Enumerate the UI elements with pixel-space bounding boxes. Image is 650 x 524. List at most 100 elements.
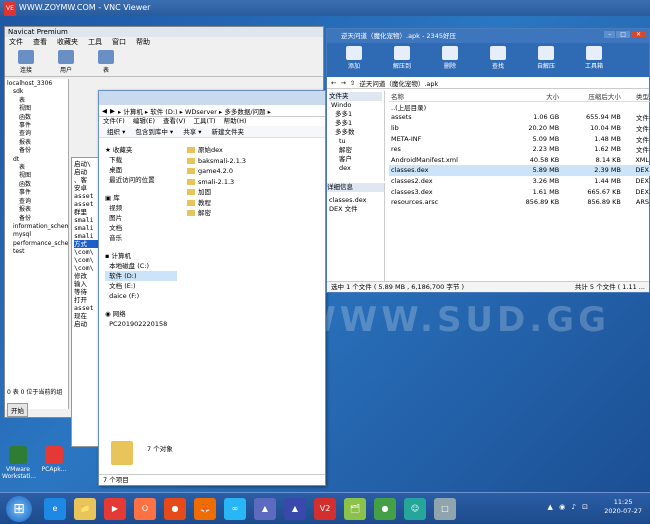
add-button[interactable]: 添加: [337, 46, 371, 74]
taskbar-app-icon[interactable]: ●: [374, 498, 396, 520]
start-button[interactable]: 开始: [7, 403, 28, 417]
include-library-button[interactable]: 包含到库中 ▾: [135, 126, 173, 137]
back-icon[interactable]: ◀: [102, 107, 107, 115]
table-row[interactable]: ..(上层目录): [389, 102, 650, 113]
table-row[interactable]: classes2.dex 3.26 MB 1.44 MB DEX: [389, 176, 650, 187]
folder-tree-item[interactable]: 多多1: [329, 119, 382, 128]
toolbox-button[interactable]: 工具箱: [577, 46, 611, 74]
nav-documents[interactable]: 文档: [105, 223, 177, 233]
windows-start-button[interactable]: ⊞: [6, 496, 32, 522]
file-item[interactable]: 解密: [187, 208, 317, 219]
table-row[interactable]: lib 20.20 MB 10.04 MB 文件: [389, 123, 650, 134]
tree-item[interactable]: 事件: [7, 189, 66, 197]
new-folder-button[interactable]: 新建文件夹: [212, 126, 245, 137]
taskbar-app-icon[interactable]: e: [44, 498, 66, 520]
tree-item[interactable]: localhost_3306: [7, 80, 66, 88]
taskbar-app-icon[interactable]: ∞: [224, 498, 246, 520]
tree-item[interactable]: sdk: [7, 88, 66, 96]
taskbar-app-icon[interactable]: ▲: [254, 498, 276, 520]
menu-file[interactable]: 文件(F): [103, 117, 125, 126]
file-item[interactable]: game4.2.0: [187, 166, 317, 177]
minimize-icon[interactable]: –: [604, 31, 616, 38]
tree-item[interactable]: 函数: [7, 114, 66, 122]
tree-item[interactable]: dt: [7, 156, 66, 164]
delete-button[interactable]: 删除: [433, 46, 467, 74]
drive-d[interactable]: 软件 (D:): [105, 271, 177, 281]
maximize-icon[interactable]: □: [616, 31, 630, 38]
folder-tree-item[interactable]: 多多数: [329, 128, 382, 137]
extract-button[interactable]: 解压到: [385, 46, 419, 74]
drive-e[interactable]: 文档 (E:): [105, 281, 177, 291]
tree-item[interactable]: 备份: [7, 215, 66, 223]
close-icon[interactable]: ✕: [630, 31, 646, 38]
menu-tools[interactable]: 工具(T): [194, 117, 216, 126]
tree-item[interactable]: test: [7, 248, 66, 256]
nav-pc[interactable]: PC201902220158: [105, 319, 177, 329]
address-bar[interactable]: ◀ ▶ ▸ 计算机 ▸ 软件 (D:) ▸ WDserver ▸ 多多数据/问题 ▸: [99, 105, 325, 117]
table-row[interactable]: classes.dex 5.89 MB 2.39 MB DEX: [389, 165, 650, 176]
menu-tools[interactable]: 工具: [88, 37, 102, 47]
nav-videos[interactable]: 视频: [105, 203, 177, 213]
table-row[interactable]: classes3.dex 1.61 MB 665.67 KB DEX: [389, 186, 650, 197]
taskbar-app-icon[interactable]: 📁: [74, 498, 96, 520]
menu-help[interactable]: 帮助: [136, 37, 150, 47]
taskbar-app-icon[interactable]: ▲: [284, 498, 306, 520]
tree-item[interactable]: 查询: [7, 130, 66, 138]
table-row[interactable]: AndroidManifest.xml 40.58 KB 8.14 KB XML: [389, 154, 650, 165]
col-type[interactable]: 类型: [622, 91, 650, 102]
menu-view[interactable]: 查看(V): [163, 117, 186, 126]
file-item[interactable]: 教程: [187, 198, 317, 209]
menu-favorites[interactable]: 收藏夹: [57, 37, 78, 47]
forward-icon[interactable]: →: [340, 79, 345, 87]
taskbar-app-icon[interactable]: V2: [314, 498, 336, 520]
system-tray[interactable]: ▲ ◉ ♪ ⊡: [548, 503, 591, 511]
col-packed[interactable]: 压缩后大小: [561, 91, 623, 102]
back-icon[interactable]: ←: [331, 79, 336, 87]
tree-item[interactable]: 函数: [7, 181, 66, 189]
nav-downloads[interactable]: 下载: [105, 155, 177, 165]
taskbar-app-icon[interactable]: 🗂: [344, 498, 366, 520]
favorites-header[interactable]: ★ 收藏夹: [105, 145, 177, 155]
organize-button[interactable]: 组织 ▾: [107, 126, 125, 137]
folder-tree-item[interactable]: tu: [329, 137, 382, 146]
archive-path-bar[interactable]: ← → ⇧ 逆天问道（魔化宠物）.apk: [327, 77, 649, 89]
up-icon[interactable]: ⇧: [350, 79, 355, 87]
drive-c[interactable]: 本地磁盘 (C:): [105, 261, 177, 271]
file-item[interactable]: 原始dex: [187, 145, 317, 156]
libraries-header[interactable]: ▣ 库: [105, 193, 177, 203]
taskbar-app-icon[interactable]: 🦊: [194, 498, 216, 520]
folder-tree-item[interactable]: dex: [329, 164, 382, 173]
tree-item[interactable]: 报表: [7, 206, 66, 214]
file-item[interactable]: smali-2.1.3: [187, 177, 317, 188]
menu-file[interactable]: 文件: [9, 37, 23, 47]
nav-recent[interactable]: 最近访问的位置: [105, 175, 177, 185]
table-button[interactable]: 表: [89, 50, 123, 74]
taskbar-app-icon[interactable]: ▶: [104, 498, 126, 520]
find-button[interactable]: 查找: [481, 46, 515, 74]
tree-item[interactable]: mysql: [7, 231, 66, 239]
network-header[interactable]: ◉ 网络: [105, 309, 177, 319]
tree-item[interactable]: 报表: [7, 139, 66, 147]
nav-pictures[interactable]: 图片: [105, 213, 177, 223]
table-row[interactable]: res 2.23 MB 1.62 MB 文件: [389, 144, 650, 155]
menu-view[interactable]: 查看: [33, 37, 47, 47]
menu-help[interactable]: 帮助(H): [224, 117, 247, 126]
col-size[interactable]: 大小: [501, 91, 562, 102]
menu-edit[interactable]: 编辑(E): [133, 117, 155, 126]
tree-item[interactable]: performance_schema: [7, 240, 68, 248]
folder-tree-item[interactable]: 多多1: [329, 110, 382, 119]
folder-tree-item[interactable]: 解密: [329, 146, 382, 155]
table-row[interactable]: assets 1.06 GB 655.94 MB 文件: [389, 112, 650, 123]
connection-tree[interactable]: localhost_3306 sdk 表视图 函数 事件 查询 报表 备份 dt 表视图 函数 事件查…: [5, 79, 69, 409]
folder-tree-item[interactable]: Windo: [329, 101, 382, 110]
tree-item[interactable]: 表: [7, 97, 66, 105]
nav-desktop[interactable]: 桌面: [105, 165, 177, 175]
file-item[interactable]: 加固: [187, 187, 317, 198]
desktop-icon-pcapk[interactable]: PCApk...: [38, 446, 70, 473]
folder-tree-item[interactable]: 客户: [329, 155, 382, 164]
tree-item[interactable]: 事件: [7, 122, 66, 130]
archive-folder-tree[interactable]: 文件夹 Windo 多多1 多多1 多多数 tu 解密 客户 dex: [327, 91, 385, 181]
sfx-button[interactable]: 自解压: [529, 46, 563, 74]
share-button[interactable]: 共享 ▾: [183, 126, 201, 137]
user-button[interactable]: 用户: [49, 50, 83, 74]
